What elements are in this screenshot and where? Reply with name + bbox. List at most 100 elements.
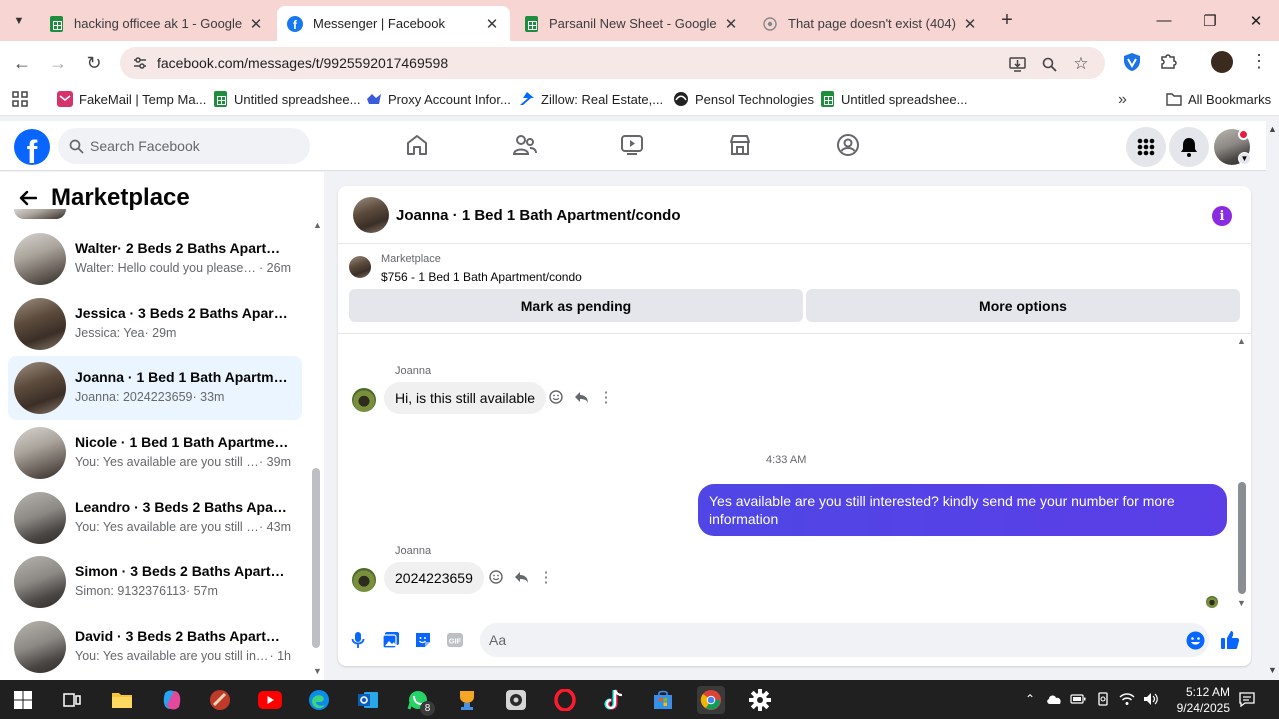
sidebar-scroll-up-arrow-icon[interactable]: ▲ <box>313 220 322 230</box>
tab-hacking-sheet[interactable]: hacking officee ak 1 - Google Sh ✕ <box>38 6 274 41</box>
show-hidden-icons-chevron-icon[interactable]: ⌃ <box>1022 691 1038 707</box>
marketplace-store-icon[interactable] <box>727 132 753 158</box>
outgoing-message-bubble[interactable]: Yes available are you still interested? … <box>698 484 1227 536</box>
sender-avatar[interactable] <box>352 388 376 412</box>
windows-start-icon[interactable] <box>9 686 37 714</box>
task-view-icon[interactable] <box>58 686 86 714</box>
bookmark-star-icon[interactable]: ☆ <box>1072 54 1090 73</box>
bookmark-fakemail[interactable]: FakeMail | Temp Ma... <box>57 91 206 107</box>
tab-search-chevron-icon[interactable]: ▼ <box>8 10 30 32</box>
system-clock[interactable]: 5:12 AM 9/24/2025 <box>1164 684 1230 716</box>
tab-404-page[interactable]: That page doesn't exist (404) - F ✕ <box>752 6 988 41</box>
listing-thumbnail[interactable] <box>349 256 371 278</box>
app-orange-icon[interactable] <box>206 686 234 714</box>
chat-scroll-up-arrow-icon[interactable]: ▲ <box>1237 336 1246 346</box>
page-scroll-down-arrow-icon[interactable]: ▼ <box>1268 665 1277 675</box>
reload-icon[interactable]: ↻ <box>80 49 108 77</box>
video-icon[interactable] <box>619 132 645 158</box>
incoming-message-bubble[interactable]: 2024223659 <box>384 562 484 594</box>
conversation-joanna[interactable]: Joanna · 1 Bed 1 Bath Apartment... Joann… <box>8 356 302 420</box>
notifications-bell-icon[interactable] <box>1169 127 1209 167</box>
tab-parsanil-sheet[interactable]: Parsanil New Sheet - Google Sh ✕ <box>513 6 749 41</box>
more-vertical-icon[interactable]: ⋮ <box>538 569 554 586</box>
gaming-icon[interactable] <box>835 132 861 158</box>
chevron-down-icon[interactable]: ▼ <box>1238 152 1251 165</box>
react-smiley-icon[interactable] <box>488 569 504 585</box>
outlook-icon[interactable] <box>354 686 382 714</box>
bookmark-pensol[interactable]: Pensol Technologies <box>673 91 814 107</box>
info-icon[interactable]: i <box>1212 206 1232 226</box>
gif-icon[interactable]: GIF <box>445 630 465 650</box>
avatar[interactable] <box>353 197 389 233</box>
bookmark-untitled-spreadsheet-2[interactable]: Untitled spreadshee... <box>819 91 967 107</box>
message-input[interactable] <box>480 623 1209 657</box>
forward-arrow-icon[interactable]: → <box>44 49 72 77</box>
friends-icon[interactable] <box>512 132 538 158</box>
more-bookmarks-chevron-icon[interactable]: » <box>1118 91 1127 109</box>
bookmark-zillow[interactable]: Zillow: Real Estate,... <box>519 91 663 107</box>
youtube-icon[interactable] <box>256 686 284 714</box>
react-smiley-icon[interactable] <box>548 389 564 405</box>
chrome-icon[interactable] <box>697 686 725 714</box>
tab-messenger[interactable]: f Messenger | Facebook ✕ <box>277 6 510 41</box>
reply-arrow-icon[interactable] <box>513 569 529 585</box>
more-vertical-icon[interactable]: ⋮ <box>598 389 614 406</box>
thumbs-up-icon[interactable] <box>1220 630 1240 650</box>
wifi-icon[interactable] <box>1119 691 1135 707</box>
facebook-search-bar[interactable]: Search Facebook <box>58 128 310 164</box>
close-icon[interactable]: ✕ <box>248 15 264 33</box>
edge-icon[interactable] <box>305 686 333 714</box>
home-icon[interactable] <box>404 132 430 158</box>
close-icon[interactable]: ✕ <box>723 15 739 33</box>
install-app-icon[interactable] <box>1008 55 1026 73</box>
settings-gear-icon[interactable] <box>746 686 774 714</box>
extensions-puzzle-icon[interactable] <box>1159 52 1179 72</box>
chrome-menu-icon[interactable]: ⋮ <box>1250 51 1268 73</box>
notification-center-icon[interactable] <box>1239 691 1255 707</box>
restore-icon[interactable]: ❐ <box>1187 0 1233 41</box>
app-dark-icon[interactable] <box>502 686 530 714</box>
conversation-david[interactable]: David · 3 Beds 2 Baths Apartme... You: Y… <box>8 615 302 679</box>
new-tab-plus-icon[interactable]: + <box>996 9 1018 31</box>
zoom-icon[interactable] <box>1040 55 1058 73</box>
profile-avatar[interactable] <box>1211 51 1233 73</box>
device-icon[interactable] <box>1095 691 1111 707</box>
emoji-icon[interactable] <box>1185 630 1205 650</box>
mark-as-pending-button[interactable]: Mark as pending <box>349 289 803 322</box>
photo-gallery-icon[interactable] <box>381 630 401 650</box>
all-bookmarks[interactable]: All Bookmarks <box>1166 91 1271 107</box>
reply-arrow-icon[interactable] <box>573 389 589 405</box>
battery-icon[interactable] <box>1070 691 1086 707</box>
chat-scrollbar[interactable] <box>1238 482 1246 594</box>
sticker-icon[interactable] <box>413 630 433 650</box>
minimize-icon[interactable]: — <box>1141 0 1187 41</box>
copilot-icon[interactable] <box>158 686 186 714</box>
sender-avatar[interactable] <box>352 568 376 592</box>
bookmark-untitled-spreadsheet-1[interactable]: Untitled spreadshee... <box>212 91 360 107</box>
chat-scroll-down-arrow-icon[interactable]: ▼ <box>1237 598 1246 608</box>
sidebar-scroll-down-arrow-icon[interactable]: ▼ <box>313 666 322 676</box>
listing-price[interactable]: $756 - 1 Bed 1 Bath Apartment/condo <box>381 270 582 284</box>
volume-icon[interactable] <box>1143 691 1159 707</box>
bookmark-proxy-account[interactable]: Proxy Account Infor... <box>366 91 511 107</box>
tiktok-icon[interactable] <box>600 686 628 714</box>
page-scroll-up-arrow-icon[interactable]: ▲ <box>1268 124 1277 134</box>
chat-title[interactable]: Joanna · 1 Bed 1 Bath Apartment/condo <box>396 207 680 224</box>
apps-grid-icon[interactable] <box>12 91 28 107</box>
microphone-icon[interactable] <box>348 630 368 650</box>
incoming-message-bubble[interactable]: Hi, is this still available <box>384 382 547 414</box>
conversation-nicole[interactable]: Nicole · 1 Bed 1 Bath Apartment... You: … <box>8 421 302 485</box>
conversation-leandro[interactable]: Leandro · 3 Beds 2 Baths Apart... You: Y… <box>8 486 302 550</box>
shield-extension-icon[interactable] <box>1123 52 1143 72</box>
sidebar-scrollbar[interactable] <box>312 468 320 648</box>
whatsapp-icon[interactable]: 8 <box>404 686 435 716</box>
opera-icon[interactable] <box>551 686 579 714</box>
conversation-jessica[interactable]: Jessica · 3 Beds 2 Baths Apartm... Jessi… <box>8 292 302 356</box>
close-icon[interactable]: ✕ <box>484 15 500 33</box>
more-options-button[interactable]: More options <box>806 289 1240 322</box>
facebook-logo[interactable]: f <box>14 129 50 165</box>
file-explorer-icon[interactable] <box>108 686 136 714</box>
trophy-app-icon[interactable] <box>453 686 481 714</box>
address-bar[interactable]: facebook.com/messages/t/9925592017469598… <box>120 47 1105 79</box>
back-arrow-icon[interactable]: ← <box>8 49 36 77</box>
